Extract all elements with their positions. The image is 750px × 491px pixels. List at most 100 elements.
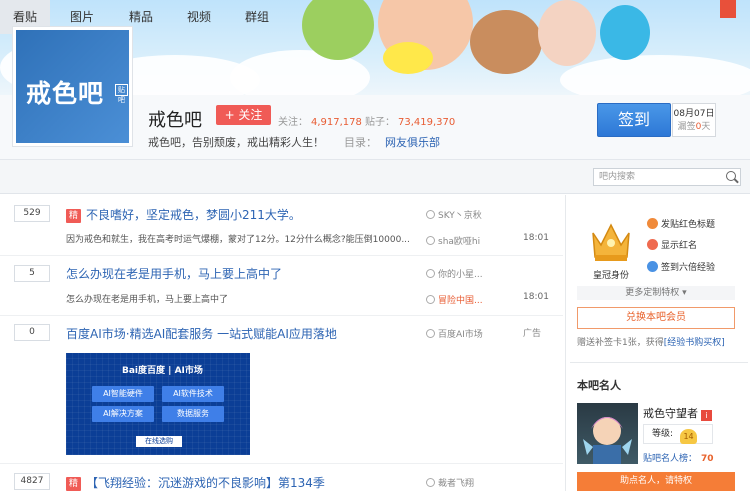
sign-in-button[interactable]: 签到 (597, 103, 671, 137)
post-count: 贴子： 73,419,370 (365, 113, 455, 128)
redname-icon (647, 239, 658, 250)
sign-status: 08月07日 漏签0天 (672, 103, 716, 137)
sign-missed: 漏签0天 (673, 121, 715, 134)
search-input[interactable]: 吧内搜索 (593, 168, 741, 186)
ad-buy-link[interactable]: 在线选购 (136, 436, 182, 447)
user-icon (426, 478, 435, 487)
thread-title-text[interactable]: 不良嗜好，坚定戒色，梦圆小211大学。 (86, 208, 301, 222)
reply-count: 5 (14, 265, 50, 282)
ad-author[interactable]: 百度AI市场 (426, 327, 483, 340)
author-name[interactable]: 你的小星... (438, 270, 483, 280)
last-reply-time: 18:01 (523, 292, 549, 302)
cartoon-bear (470, 10, 542, 74)
ad-title[interactable]: 百度AI市场·精选AI配套服务 一站式赋能AI应用落地 (66, 325, 337, 342)
chevron-down-icon: ▾ (682, 288, 687, 298)
famous-user-name[interactable]: 戒色守望者 i (643, 405, 712, 421)
famous-name-text[interactable]: 戒色守望者 (643, 407, 698, 420)
duck-float (383, 42, 433, 74)
reply-count: 4827 (14, 473, 50, 490)
user-icon (426, 210, 435, 219)
missed-prefix: 漏签 (677, 122, 696, 132)
sign-date: 08月07日 (673, 109, 715, 119)
cartoon-character (600, 5, 650, 60)
reply-icon (426, 236, 435, 245)
catalog-label: 目录： (344, 136, 377, 149)
last-reply-time: 18:01 (523, 233, 549, 243)
last-author-name[interactable]: sha欧哑hi (438, 237, 480, 247)
famous-level: 等级: 14 (643, 424, 713, 444)
perk-label: 显示红名 (661, 241, 698, 251)
thread-author[interactable]: 裁者飞翔 (426, 476, 474, 489)
avatar[interactable] (577, 403, 638, 464)
last-reply-author[interactable]: sha欧哑hi (426, 234, 480, 247)
missed-suffix: 天 (701, 122, 711, 132)
reply-icon (426, 295, 435, 304)
follow-count: 关注： 4,917,178 (278, 113, 362, 128)
thread-title[interactable]: 精【飞翔经验：沉迷游戏的不良影响】第134季 (66, 474, 325, 491)
ad-cell: AI智能硬件 (92, 386, 154, 402)
forum-slogan: 戒色吧，告别颓废，戒出精彩人生！ (148, 136, 324, 149)
perk-label: 发贴红色标题 (661, 220, 716, 230)
thread-author[interactable]: 你的小星... (426, 267, 483, 280)
tab-groups[interactable]: 群组 (232, 0, 282, 34)
reply-count: 529 (14, 205, 50, 222)
famous-rank[interactable]: 贴吧名人榜： 70 (643, 451, 714, 464)
cloud-decoration (560, 55, 750, 95)
follow-count-label: 关注： (278, 117, 308, 128)
perk-red-title: 发贴红色标题 (647, 217, 715, 230)
author-name[interactable]: 裁者飞翔 (438, 479, 474, 489)
forum-name: 戒色吧 (148, 110, 202, 131)
search-icon[interactable] (726, 171, 736, 181)
divider (570, 362, 748, 363)
perk-red-name: 显示红名 (647, 238, 697, 251)
gift-prefix: 赠送补签卡1张，获得 (577, 338, 664, 348)
last-reply-author[interactable]: 冒险中国... (426, 293, 483, 306)
user-icon (426, 269, 435, 278)
cartoon-character (538, 0, 596, 66)
user-icon (426, 329, 435, 338)
gift-text: 赠送补签卡1张，获得[经验书购买权] (577, 335, 725, 348)
rank-value: 70 (701, 454, 714, 464)
gift-link[interactable]: [经验书购买权] (664, 338, 725, 348)
thread-title[interactable]: 怎么办现在老是用手机，马上要上高中了 (66, 265, 282, 282)
ad-cell: AI解决方案 (92, 406, 154, 422)
avatar-image (583, 417, 632, 464)
ad-image[interactable]: Bai度百度 | AI市场 AI智能硬件 AI软件技术 AI解决方案 数据服务 … (66, 353, 250, 455)
ad-cell: 数据服务 (162, 406, 224, 422)
crown-label: 皇冠身份 (593, 271, 630, 281)
ad-label: 广告 (523, 329, 542, 339)
author-name[interactable]: 百度AI市场 (438, 330, 483, 340)
follow-count-value: 4,917,178 (311, 117, 362, 128)
thread-summary: 因为戒色和就生，我在高考时运气爆棚，蒙对了12分。12分什么概念?能压倒1000… (66, 235, 410, 245)
famous-title: 本吧名人 (577, 379, 621, 392)
more-perks-link[interactable]: 更多定制特权 ▾ (577, 286, 735, 300)
author-name[interactable]: SKY丶京秋 (438, 211, 482, 221)
level-label: 等级: (652, 429, 674, 439)
thread-summary: 怎么办现在老是用手机，马上要上高中了 (66, 295, 229, 305)
catalog: 目录： 网友俱乐部 (344, 134, 440, 150)
gift-icon[interactable] (720, 0, 736, 18)
post-count-value: 73,419,370 (398, 117, 456, 128)
rank-label: 贴吧名人榜： (643, 454, 698, 464)
catalog-link[interactable]: 网友俱乐部 (385, 136, 440, 149)
title-icon (647, 218, 658, 229)
perk-label: 签到六倍经验 (661, 263, 716, 273)
featured-tag: 精 (66, 476, 81, 491)
post-count-label: 贴子： (365, 117, 395, 128)
thread-title[interactable]: 精不良嗜好，坚定戒色，梦圆小211大学。 (66, 206, 301, 223)
last-author-name[interactable]: 冒险中国... (438, 296, 483, 306)
ad-cell: AI软件技术 (162, 386, 224, 402)
more-perks-label: 更多定制特权 (625, 288, 680, 298)
thread-author[interactable]: SKY丶京秋 (426, 208, 482, 221)
forum-logo: 戒色吧 贴吧 (12, 26, 133, 147)
exchange-member-button[interactable]: 兑换本吧会员 (577, 307, 735, 329)
logo-text: 戒色吧 (26, 79, 105, 108)
follow-button[interactable]: + 关注 (216, 105, 271, 125)
info-icon: i (701, 410, 712, 421)
sign-icon (647, 261, 658, 272)
thread-title-text[interactable]: 【飞翔经验：沉迷游戏的不良影响】第134季 (86, 476, 325, 490)
perk-sign-exp: 签到六倍经验 (647, 260, 715, 273)
help-famous-button[interactable]: 助点名人，请特权 (577, 472, 735, 491)
featured-tag: 精 (66, 208, 81, 223)
tab-videos[interactable]: 视频 (174, 0, 224, 34)
